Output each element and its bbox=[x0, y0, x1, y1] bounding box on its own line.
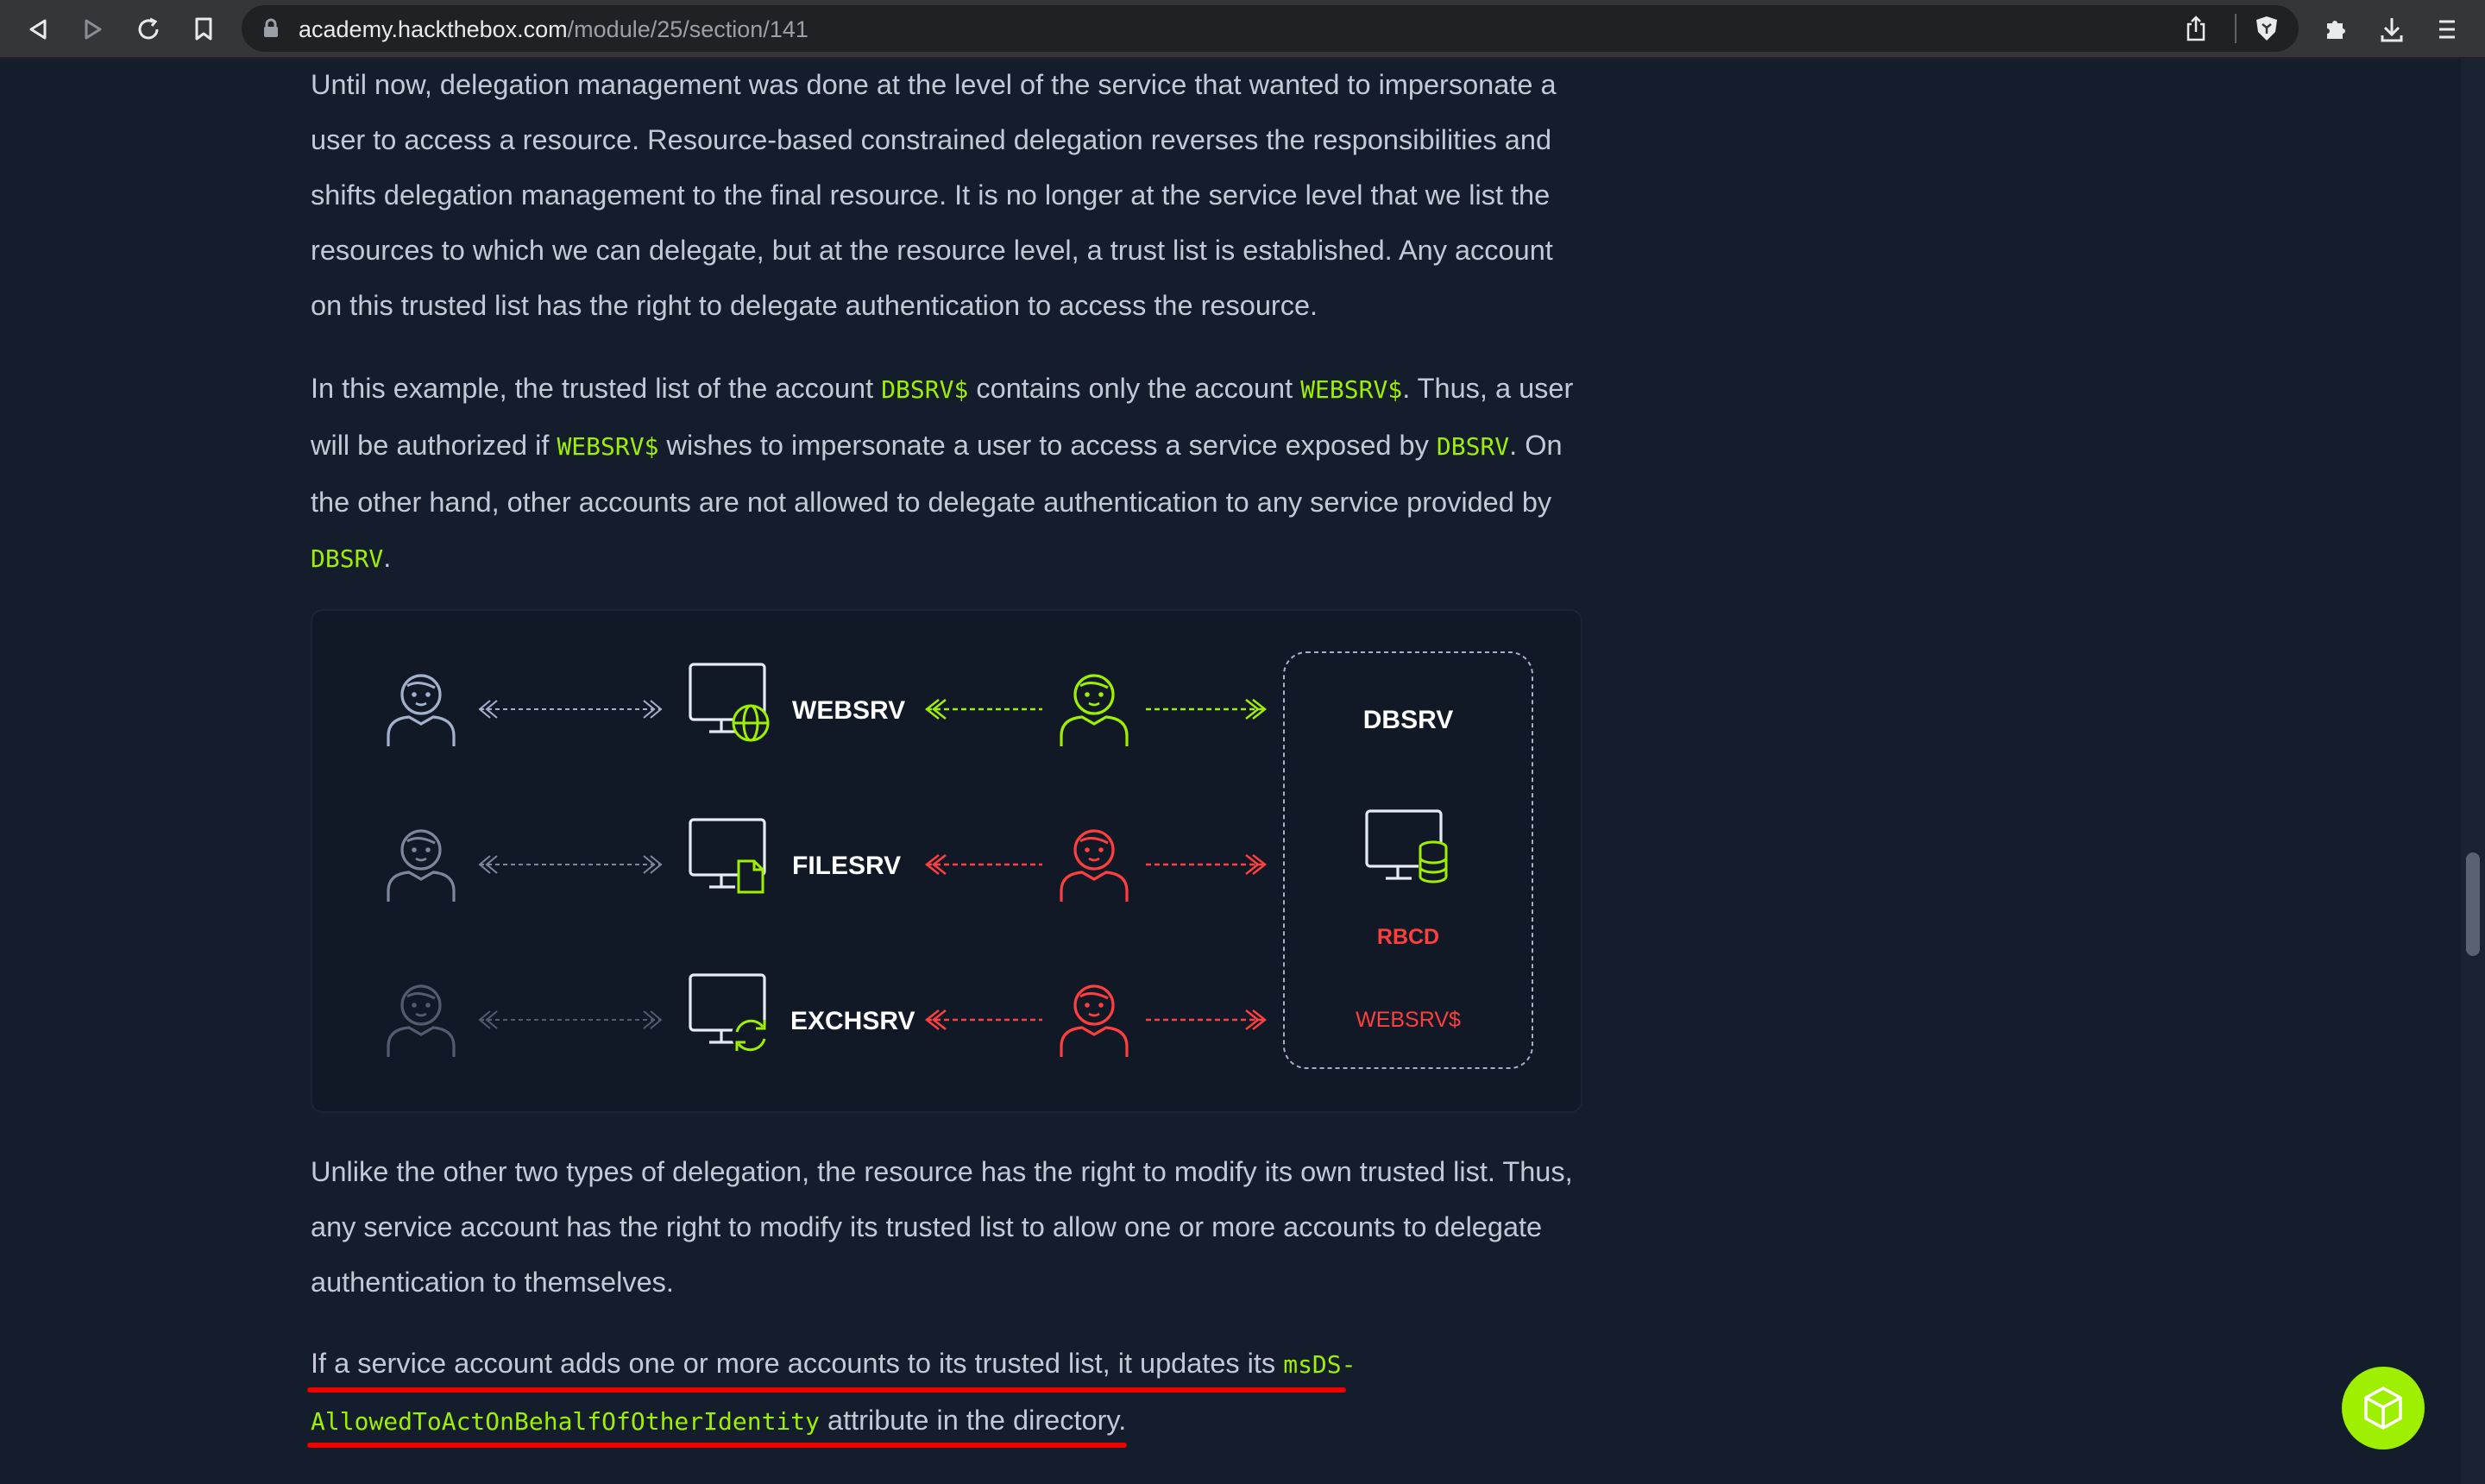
scrollbar-track[interactable] bbox=[2461, 59, 2485, 1484]
user-icon-websrv-row bbox=[387, 674, 456, 748]
url-path: /module/25/section/141 bbox=[567, 16, 808, 42]
code-websrv-account: WEBSRV$ bbox=[1300, 375, 1403, 404]
toolbar-divider bbox=[2235, 14, 2236, 43]
code-websrv-account: WEBSRV$ bbox=[557, 432, 659, 461]
share-icon[interactable] bbox=[2185, 16, 2207, 46]
user-icon-denied bbox=[1060, 984, 1129, 1059]
arrow-to-websrv bbox=[924, 699, 1042, 720]
arrow-to-dbsrv-allowed bbox=[1146, 699, 1268, 720]
forward-icon[interactable] bbox=[76, 12, 110, 47]
red-underline-annotation bbox=[307, 1443, 1127, 1448]
arrow-to-filesrv bbox=[924, 854, 1042, 875]
floating-cube-button[interactable] bbox=[2342, 1367, 2425, 1449]
menu-icon[interactable] bbox=[2430, 12, 2464, 47]
code-dbsrv: DBSRV bbox=[311, 544, 384, 573]
browser-toolbar: academy.hackthebox.com/module/25/section… bbox=[0, 0, 2485, 59]
url-host: academy.hackthebox.com bbox=[299, 16, 568, 42]
paragraph-attribute: If a service account adds one or more ac… bbox=[311, 1336, 1588, 1449]
service-label-websrv: WEBSRV bbox=[792, 696, 905, 725]
user-icon-allowed bbox=[1060, 674, 1129, 748]
trusted-account-label: WEBSRV$ bbox=[1356, 1008, 1461, 1032]
user-icon-exchsrv-row bbox=[387, 984, 456, 1059]
resource-label-dbsrv: DBSRV bbox=[1363, 706, 1453, 734]
cube-icon bbox=[2364, 1387, 2402, 1430]
arrow-to-dbsrv-denied bbox=[1146, 1009, 1268, 1030]
download-icon[interactable] bbox=[2375, 12, 2409, 47]
paragraph-example: In this example, the trusted list of the… bbox=[311, 361, 1588, 587]
extensions-icon[interactable] bbox=[2318, 12, 2352, 47]
red-underline-annotation bbox=[307, 1387, 1346, 1393]
code-dbsrv-account: DBSRV$ bbox=[881, 375, 969, 404]
url-text: academy.hackthebox.com/module/25/section… bbox=[299, 16, 808, 43]
user-icon-denied bbox=[1060, 829, 1129, 903]
paragraph-trusted-list: Unlike the other two types of delegation… bbox=[311, 1156, 1573, 1298]
rbcd-diagram: WEBSRV FILESRV EXCHSRV DBSRV RBCD WEBSRV… bbox=[311, 609, 1582, 1113]
bidirectional-arrow bbox=[478, 855, 663, 874]
bookmark-icon[interactable] bbox=[186, 12, 221, 47]
bidirectional-arrow bbox=[478, 1010, 663, 1029]
page-content: Until now, delegation management was don… bbox=[0, 59, 2461, 1484]
text: wishes to impersonate a user to access a… bbox=[658, 430, 1437, 461]
paragraph-rbcd-intro: Until now, delegation management was don… bbox=[311, 69, 1557, 321]
file-icon bbox=[737, 859, 764, 894]
back-icon[interactable] bbox=[21, 12, 55, 47]
text: . bbox=[383, 542, 392, 573]
reload-icon[interactable] bbox=[131, 12, 166, 47]
scrollbar-thumb[interactable] bbox=[2466, 852, 2480, 956]
code-dbsrv: DBSRV bbox=[1436, 432, 1510, 461]
service-label-filesrv: FILESRV bbox=[792, 852, 901, 880]
address-bar[interactable]: academy.hackthebox.com/module/25/section… bbox=[242, 5, 2299, 52]
code-attribute-part1: msDS- bbox=[1283, 1350, 1356, 1379]
text: contains only the account bbox=[968, 373, 1301, 404]
lock-icon bbox=[264, 18, 278, 37]
bidirectional-arrow bbox=[478, 700, 663, 719]
diagram-svg: WEBSRV FILESRV EXCHSRV DBSRV RBCD WEBSRV… bbox=[387, 651, 1533, 1069]
text: If a service account adds one or more ac… bbox=[311, 1348, 1284, 1379]
arrow-to-exchsrv bbox=[924, 1009, 1042, 1030]
code-attribute-part2: AllowedToActOnBehalfOfOtherIdentity bbox=[311, 1407, 821, 1436]
sync-icon bbox=[732, 1016, 770, 1054]
text: In this example, the trusted list of the… bbox=[311, 373, 882, 404]
arrow-to-dbsrv-denied bbox=[1146, 854, 1268, 875]
database-icon bbox=[1419, 840, 1448, 883]
globe-icon bbox=[732, 704, 770, 742]
brave-shield-icon[interactable] bbox=[2254, 15, 2280, 47]
user-icon-filesrv-row bbox=[387, 829, 456, 903]
service-label-exchsrv: EXCHSRV bbox=[790, 1007, 915, 1035]
rbcd-label: RBCD bbox=[1377, 925, 1439, 949]
text: attribute in the directory. bbox=[820, 1405, 1127, 1436]
